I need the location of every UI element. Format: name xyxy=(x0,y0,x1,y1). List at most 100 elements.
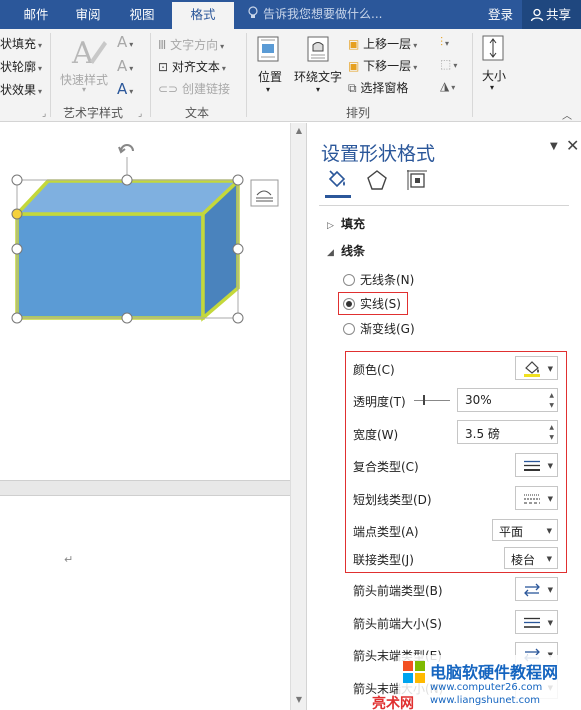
windows-logo-icon xyxy=(403,661,425,683)
arrange-group-label: 排列 xyxy=(346,106,371,120)
rotate-button[interactable]: ◮ ▾ xyxy=(440,79,455,93)
wrap-text-button[interactable]: 环绕文字 ▾ xyxy=(292,35,344,103)
site-watermark: 电脑软硬件教程网 www.computer26.com www.liangshu… xyxy=(372,655,581,710)
selection-pane-label: 选择窗格 xyxy=(360,81,409,95)
width-spinner[interactable]: 3.5 磅 ▲ ▼ xyxy=(457,420,558,444)
solid-line-radio[interactable]: 实线(S) xyxy=(343,295,401,313)
bring-forward-button[interactable]: ▣ 上移一层 ▾ xyxy=(348,35,417,52)
shape-effects-label: 状效果 xyxy=(0,83,37,97)
no-line-radio[interactable]: 无线条(N) xyxy=(343,271,414,289)
shape-fill-button[interactable]: 状填充 ▾ xyxy=(0,35,42,52)
scroll-down-icon[interactable]: ▼ xyxy=(293,694,305,706)
dash-lines-icon xyxy=(524,494,540,504)
shape-effects-button[interactable]: 状效果 ▾ xyxy=(0,81,42,98)
compound-lines-icon xyxy=(524,460,540,471)
solid-line-label: 实线(S) xyxy=(360,297,401,311)
join-type-select[interactable]: 棱台 ▼ xyxy=(504,547,558,569)
color-picker-button[interactable]: ▼ xyxy=(515,356,558,380)
group-button[interactable]: ⬚ ▾ xyxy=(440,57,457,71)
fill-line-icon[interactable] xyxy=(325,169,349,193)
selected-shape[interactable] xyxy=(0,123,290,480)
gradient-line-radio[interactable]: 渐变线(G) xyxy=(343,320,415,338)
shape-fill-label: 状填充 xyxy=(0,37,37,51)
dialog-launcher-icon[interactable]: ⌟ xyxy=(42,109,46,119)
document-canvas[interactable]: ↵ xyxy=(0,123,290,710)
create-link-button[interactable]: ⊂⊃ 创建链接 xyxy=(158,80,230,97)
watermark-url-2: www.liangshunet.com xyxy=(430,695,540,706)
dash-type-label: 短划线类型(D) xyxy=(353,493,432,507)
pane-options-icon[interactable]: ▼ xyxy=(550,141,558,152)
width-value: 3.5 磅 xyxy=(465,427,500,441)
format-shape-pane: 设置形状格式 ▼ ✕ ▷ 填充 ◢ 线条 无线条(N) 实线(S) 渐变线(G) 颜… xyxy=(306,123,581,710)
login-button[interactable]: 登录 xyxy=(488,0,513,29)
tab-format[interactable]: 格式 xyxy=(172,2,234,29)
tab-view[interactable]: 视图 xyxy=(120,0,164,29)
group-separator xyxy=(246,33,247,117)
arrow-begin-size-label: 箭头前端大小(S) xyxy=(353,617,442,631)
arrow-begin-size-button[interactable]: ▼ xyxy=(515,610,558,634)
cap-type-label: 端点类型(A) xyxy=(353,525,419,539)
compound-type-button[interactable]: ▼ xyxy=(515,453,558,477)
color-label: 颜色(C) xyxy=(353,363,395,377)
text-outline-button[interactable]: A ▾ xyxy=(117,57,133,75)
share-label: 共享 xyxy=(546,7,572,22)
text-fill-button[interactable]: A ▾ xyxy=(117,33,133,51)
transparency-slider-thumb[interactable] xyxy=(423,395,425,405)
group-separator xyxy=(150,33,151,117)
cap-type-value: 平面 xyxy=(499,525,524,539)
fill-section-header[interactable]: ▷ 填充 xyxy=(327,215,365,232)
text-effects-button[interactable]: A ▾ xyxy=(117,80,133,98)
active-category-indicator xyxy=(325,195,351,198)
radio-icon xyxy=(343,274,355,286)
outline-color-icon xyxy=(524,361,540,377)
dash-type-button[interactable]: ▼ xyxy=(515,486,558,510)
effects-icon[interactable] xyxy=(365,168,389,192)
tab-mailings[interactable]: 邮件 xyxy=(14,0,58,29)
close-icon[interactable]: ✕ xyxy=(566,136,579,155)
quick-styles-button[interactable]: A 快速样式 ▾ xyxy=(60,33,112,103)
size-label: 大小 xyxy=(482,69,507,83)
position-button[interactable]: 位置 ▾ xyxy=(254,35,288,103)
transparency-slider[interactable] xyxy=(414,400,450,401)
position-icon xyxy=(257,36,279,62)
wordart-launcher-icon[interactable]: ⌟ xyxy=(138,109,142,119)
vertical-scrollbar[interactable]: ▲ ▼ xyxy=(290,123,306,710)
width-label: 宽度(W) xyxy=(353,428,399,442)
watermark-red-text: 亮术网 xyxy=(372,696,414,710)
layout-options-icon[interactable] xyxy=(250,179,279,207)
shape-outline-button[interactable]: 状轮廓 ▾ xyxy=(0,58,42,75)
line-section-header[interactable]: ◢ 线条 xyxy=(327,242,365,259)
paragraph-mark-icon: ↵ xyxy=(64,553,74,566)
fill-section-label: 填充 xyxy=(341,217,366,231)
align-button[interactable]: ⫶ ▾ xyxy=(440,35,449,50)
tab-review[interactable]: 审阅 xyxy=(66,0,110,29)
text-group-label: 文本 xyxy=(185,106,210,120)
size-icon xyxy=(482,35,504,61)
arrow-begin-type-button[interactable]: ▼ xyxy=(515,577,558,601)
align-text-button[interactable]: ⊡ 对齐文本 ▾ xyxy=(158,58,226,75)
join-type-label: 联接类型(J) xyxy=(353,553,414,567)
transparency-spinner[interactable]: 30% ▲ ▼ xyxy=(457,388,558,412)
send-backward-button[interactable]: ▣ 下移一层 ▾ xyxy=(348,57,417,74)
collapse-ribbon-icon[interactable]: ︿ xyxy=(562,107,572,122)
watermark-url-1: www.computer26.com xyxy=(430,682,543,693)
size-properties-icon[interactable] xyxy=(405,168,429,192)
group-separator xyxy=(50,33,51,117)
text-direction-button[interactable]: Ⅲ 文字方向 ▾ xyxy=(158,36,224,53)
arrow-type-icon xyxy=(524,583,540,597)
cap-type-select[interactable]: 平面 ▼ xyxy=(492,519,558,541)
radio-icon xyxy=(343,323,355,335)
wrap-text-label: 环绕文字 xyxy=(294,70,343,84)
size-button[interactable]: 大小 ▾ xyxy=(480,35,510,95)
shape-outline-label: 状轮廓 xyxy=(0,60,37,74)
group-separator xyxy=(472,33,473,117)
no-line-label: 无线条(N) xyxy=(360,273,415,287)
arrow-begin-type-label: 箭头前端类型(B) xyxy=(353,584,443,598)
tell-me-box[interactable]: 告诉我您想要做什么... xyxy=(247,0,382,29)
arrow-size-icon xyxy=(524,617,540,628)
rotate-handle-icon[interactable] xyxy=(118,144,134,179)
scroll-up-icon[interactable]: ▲ xyxy=(293,125,305,137)
selection-pane-button[interactable]: ⧉ 选择窗格 xyxy=(348,79,408,96)
share-button[interactable]: 共享 xyxy=(522,0,581,29)
person-icon xyxy=(530,8,544,22)
